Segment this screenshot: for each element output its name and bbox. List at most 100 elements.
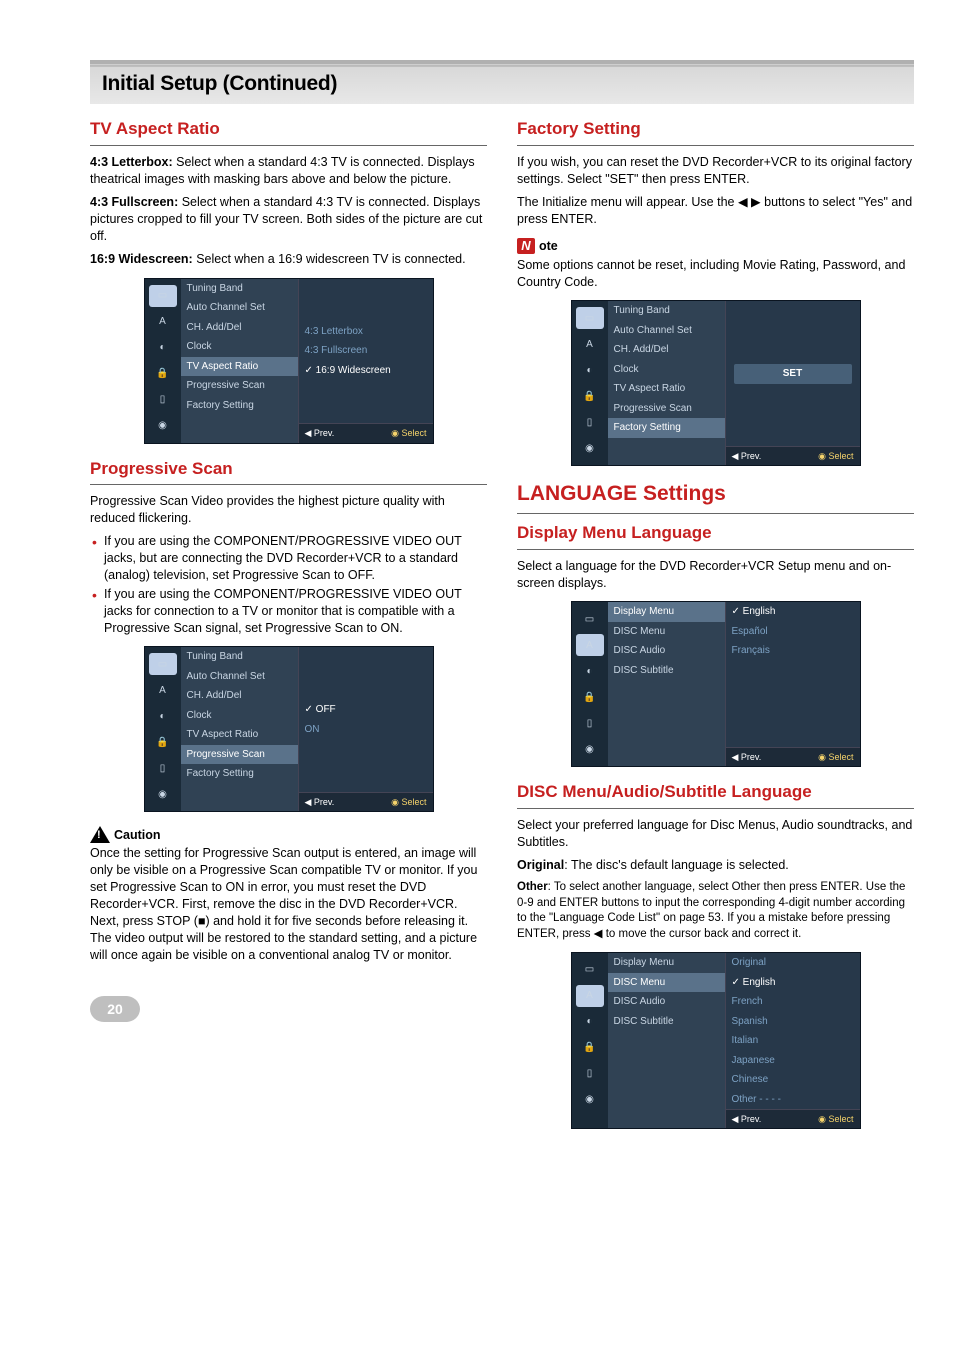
page-title: Initial Setup (Continued)	[90, 60, 914, 104]
osd-item-selected[interactable]: Display Menu	[608, 602, 725, 622]
osd-value[interactable]: Español	[726, 622, 860, 642]
lock-tab-icon: 🔒	[576, 1037, 604, 1059]
note-body: Some options cannot be reset, including …	[517, 257, 914, 291]
osd-value[interactable]: Spanish	[726, 1012, 860, 1032]
osd-item[interactable]: Progressive Scan	[181, 376, 298, 396]
settings-tab-icon: ▭	[149, 653, 177, 675]
left-column: TV Aspect Ratio 4:3 Letterbox: Select wh…	[90, 118, 487, 1143]
caution-label: Caution	[90, 826, 487, 843]
osd-value[interactable]: Japanese	[726, 1051, 860, 1071]
osd-menu-list: Display Menu DISC Menu DISC Audio DISC S…	[608, 602, 726, 766]
osd-iconbar: ▭ A ◐ 🔒 ▯ ◉	[572, 602, 608, 766]
display-menu-lang-p: Select a language for the DVD Recorder+V…	[517, 558, 914, 592]
osd-item[interactable]: Tuning Band	[181, 279, 298, 299]
label-other: Other	[517, 881, 548, 893]
osd-menu-list: Tuning Band Auto Channel Set CH. Add/Del…	[181, 647, 299, 811]
osd-prev[interactable]: ◀ Prev.	[305, 427, 335, 439]
progressive-bullet-off: If you are using the COMPONENT/PROGRESSI…	[90, 533, 487, 584]
osd-prev[interactable]: ◀ Prev.	[732, 751, 762, 763]
osd-item[interactable]: DISC Audio	[608, 992, 725, 1012]
lock-tab-icon: 🔒	[576, 686, 604, 708]
osd-value[interactable]: ON	[299, 720, 433, 740]
label-43-fullscreen: 4:3 Fullscreen:	[90, 195, 178, 209]
right-column: Factory Setting If you wish, you can res…	[517, 118, 914, 1143]
osd-value[interactable]: 4:3 Letterbox	[299, 322, 433, 342]
osd-select[interactable]: ◉ Select	[818, 450, 853, 462]
label-169-widescreen: 16:9 Widescreen:	[90, 252, 193, 266]
osd-select[interactable]: ◉ Select	[391, 796, 426, 808]
label-original: Original	[517, 858, 564, 872]
osd-item[interactable]: Progressive Scan	[608, 399, 725, 419]
audio-tab-icon: ◐	[576, 359, 604, 381]
page-number-badge: 20	[90, 996, 140, 1022]
osd-value-selected[interactable]: OFF	[299, 700, 433, 720]
osd-set-button[interactable]: SET	[734, 364, 852, 384]
osd-value-pane: 4:3 Letterbox 4:3 Fullscreen 16:9 Widesc…	[299, 279, 433, 443]
osd-value[interactable]: 4:3 Fullscreen	[299, 341, 433, 361]
osd-value-pane: OFF ON ◀ Prev. ◉ Select	[299, 647, 433, 811]
rec-tab-icon: ▯	[149, 389, 177, 411]
osd-value-selected[interactable]: English	[726, 973, 860, 993]
osd-item[interactable]: Auto Channel Set	[608, 321, 725, 341]
osd-value[interactable]: Chinese	[726, 1070, 860, 1090]
osd-value-selected[interactable]: English	[726, 602, 860, 622]
osd-select[interactable]: ◉ Select	[818, 751, 853, 763]
text-original: : The disc's default language is selecte…	[564, 858, 789, 872]
osd-value[interactable]: Italian	[726, 1031, 860, 1051]
osd-item[interactable]: Factory Setting	[181, 764, 298, 784]
osd-prev[interactable]: ◀ Prev.	[732, 1113, 762, 1125]
osd-item-selected[interactable]: Progressive Scan	[181, 745, 298, 765]
osd-item[interactable]: Display Menu	[608, 953, 725, 973]
osd-item[interactable]: DISC Subtitle	[608, 661, 725, 681]
osd-item-selected[interactable]: Factory Setting	[608, 418, 725, 438]
osd-item[interactable]: Factory Setting	[181, 396, 298, 416]
osd-item[interactable]: Auto Channel Set	[181, 667, 298, 687]
osd-item[interactable]: CH. Add/Del	[181, 318, 298, 338]
osd-value[interactable]: Other - - - -	[726, 1090, 860, 1110]
osd-select[interactable]: ◉ Select	[818, 1113, 853, 1125]
rec-tab-icon: ▯	[149, 757, 177, 779]
audio-tab-icon: ◐	[149, 337, 177, 359]
osd-item[interactable]: Tuning Band	[608, 301, 725, 321]
osd-progressive-scan: ▭ A ◐ 🔒 ▯ ◉ Tuning Band Auto Channel Set…	[144, 646, 434, 812]
osd-value[interactable]: French	[726, 992, 860, 1012]
osd-tv-aspect: ▭ A ◐ 🔒 ▯ ◉ Tuning Band Auto Channel Set…	[144, 278, 434, 444]
osd-menu-list: Display Menu DISC Menu DISC Audio DISC S…	[608, 953, 726, 1128]
osd-select[interactable]: ◉ Select	[391, 427, 426, 439]
osd-value-pane: Original English French Spanish Italian …	[726, 953, 860, 1128]
disc-tab-icon: ◉	[576, 1089, 604, 1111]
osd-item[interactable]: TV Aspect Ratio	[181, 725, 298, 745]
heading-progressive-scan: Progressive Scan	[90, 458, 487, 486]
osd-item[interactable]: Auto Channel Set	[181, 298, 298, 318]
heading-tv-aspect: TV Aspect Ratio	[90, 118, 487, 146]
osd-item-selected[interactable]: DISC Menu	[608, 973, 725, 993]
tv-aspect-p3: 16:9 Widescreen: Select when a 16:9 wide…	[90, 251, 487, 268]
lock-tab-icon: 🔒	[149, 363, 177, 385]
osd-menu-list: Tuning Band Auto Channel Set CH. Add/Del…	[608, 301, 726, 465]
osd-item-selected[interactable]: TV Aspect Ratio	[181, 357, 298, 377]
language-tab-icon: A	[149, 311, 177, 333]
osd-item[interactable]: Clock	[181, 337, 298, 357]
osd-item[interactable]: DISC Menu	[608, 622, 725, 642]
tv-aspect-p2: 4:3 Fullscreen: Select when a standard 4…	[90, 194, 487, 245]
osd-item[interactable]: Clock	[181, 706, 298, 726]
osd-item[interactable]: Clock	[608, 360, 725, 380]
disc-tab-icon: ◉	[149, 415, 177, 437]
osd-value[interactable]: Français	[726, 641, 860, 661]
osd-item[interactable]: DISC Subtitle	[608, 1012, 725, 1032]
audio-tab-icon: ◐	[576, 1011, 604, 1033]
settings-tab-icon: ▭	[576, 307, 604, 329]
osd-item[interactable]: Tuning Band	[181, 647, 298, 667]
osd-item[interactable]: DISC Audio	[608, 641, 725, 661]
osd-item[interactable]: CH. Add/Del	[181, 686, 298, 706]
osd-value[interactable]: Original	[726, 953, 860, 973]
osd-factory-setting: ▭ A ◐ 🔒 ▯ ◉ Tuning Band Auto Channel Set…	[571, 300, 861, 466]
tv-aspect-p1: 4:3 Letterbox: Select when a standard 4:…	[90, 154, 487, 188]
disc-tab-icon: ◉	[149, 783, 177, 805]
osd-item[interactable]: TV Aspect Ratio	[608, 379, 725, 399]
disc-tab-icon: ◉	[576, 437, 604, 459]
osd-item[interactable]: CH. Add/Del	[608, 340, 725, 360]
osd-prev[interactable]: ◀ Prev.	[305, 796, 335, 808]
osd-value-selected[interactable]: 16:9 Widescreen	[299, 361, 433, 381]
osd-prev[interactable]: ◀ Prev.	[732, 450, 762, 462]
